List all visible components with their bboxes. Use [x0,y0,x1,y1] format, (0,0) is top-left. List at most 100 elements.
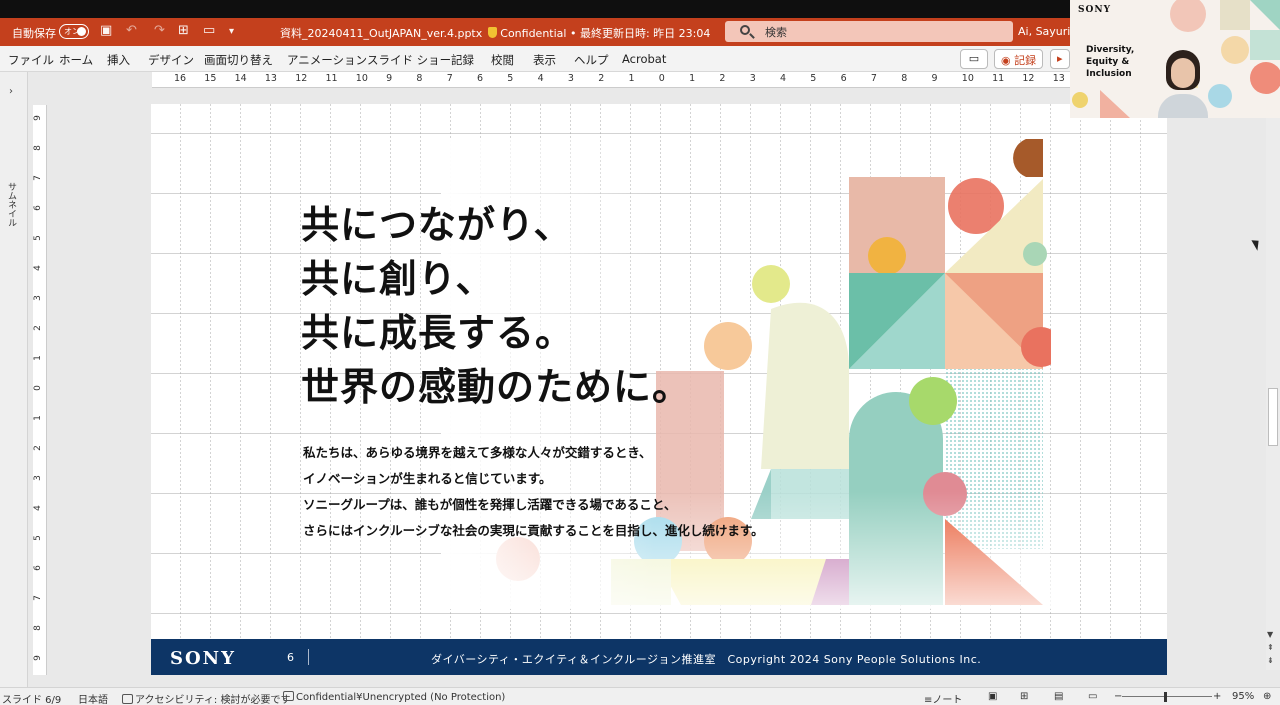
accessibility-status[interactable]: アクセシビリティ: 検討が必要です [122,691,290,705]
ruler-tick-label: 9 [32,115,43,121]
ruler-tick-label: 7 [446,73,453,84]
record-icon: ◉ [1001,54,1011,67]
ruler-tick-label: 6 [32,205,43,211]
present-button[interactable]: ▸ [1050,49,1070,69]
video-dei-title: Diversity, Equity & Inclusion [1086,44,1134,80]
headline-line: 共に創り、 [301,257,495,301]
video-sony-logo: SONY [1078,5,1111,15]
tab-file[interactable]: ファイル [8,52,54,68]
tab-insert[interactable]: 挿入 [107,52,130,68]
sensitivity-status-label: Confidential¥Unencrypted (No Protection) [296,692,506,703]
zoom-slider[interactable] [1122,696,1212,697]
ruler-tick-label: 1 [689,73,696,84]
sony-logo: SONY [170,648,236,669]
ruler-tick-label: 7 [32,175,43,181]
video-title-line: Equity & [1086,57,1130,67]
zoom-in-icon[interactable]: + [1213,691,1221,702]
video-title-line: Inclusion [1086,69,1132,79]
ruler-tick-label: 8 [32,625,43,631]
ruler-tick-label: 2 [32,445,43,451]
new-file-icon[interactable]: ▭ [203,23,215,38]
undo-icon[interactable]: ↶ [126,23,137,38]
ruler-tick-label: 6 [840,73,847,84]
scroll-down-icon[interactable]: ▼ [1267,630,1273,639]
slide-canvas[interactable]: 共につながり、 共に創り、 共に成長する。 世界の感動のために。 私たちは、あら… [151,104,1167,675]
tab-design[interactable]: デザイン [148,52,194,68]
tab-review[interactable]: 校閲 [491,52,514,68]
slide-headline[interactable]: 共につながり、 共に創り、 共に成長する。 世界の感動のために。 [301,198,691,414]
ruler-tick-label: 9 [931,73,938,84]
document-icon [283,691,294,701]
scrollbar-thumb[interactable] [1268,388,1278,446]
search-box[interactable]: 検索 [725,21,1013,42]
tab-record[interactable]: 記録 [451,52,474,68]
next-slide-icon[interactable]: ⇟ [1267,656,1274,665]
zoom-slider-knob[interactable] [1164,692,1167,702]
headline-line: 共に成長する。 [301,311,575,355]
zoom-level[interactable]: 95% [1232,691,1254,702]
customize-qat-icon[interactable]: ▾ [229,26,234,37]
comment-icon: ▭ [968,52,980,65]
document-title[interactable]: 資料_20240411_OutJAPAN_ver.4.pptx Confident… [280,25,710,41]
ruler-tick-label: 0 [32,385,43,391]
ruler-tick-label: 13 [1052,73,1065,84]
tab-acrobat[interactable]: Acrobat [622,52,666,66]
tab-view[interactable]: 表示 [533,52,556,68]
autosave-label: 自動保存 [12,27,56,40]
redo-icon[interactable]: ↷ [154,23,165,38]
tab-home[interactable]: ホーム [59,52,93,68]
filename: 資料_20240411_OutJAPAN_ver.4.pptx [280,27,483,40]
ruler-tick-label: 3 [749,73,756,84]
presenter-figure [1158,50,1208,118]
ruler-tick-label: 12 [1022,73,1035,84]
slideshow-view-icon[interactable]: ▭ [1088,691,1097,702]
ruler-tick-label: 5 [32,235,43,241]
autosave-toggle[interactable]: オン [59,24,89,39]
footer-text: ダイバーシティ・エクイティ＆インクルージョン推進室 Copyright 2024… [431,653,982,666]
fit-to-window-icon[interactable]: ⊕ [1263,691,1271,702]
footer-divider [308,649,309,665]
present-icon: ▸ [1057,52,1063,65]
ruler-tick-label: 0 [658,73,665,84]
ruler-tick-label: 6 [477,73,484,84]
expand-pane-icon[interactable]: › [9,86,13,97]
ruler-tick-label: 11 [992,73,1005,84]
tab-slideshow[interactable]: スライド ショー [367,52,451,68]
save-icon[interactable]: ▣ [100,23,112,38]
ruler-tick-label: 12 [295,73,308,84]
record-button[interactable]: ◉ 記録 [994,49,1044,69]
normal-view-icon[interactable]: ▣ [988,691,997,702]
body-line: イノベーションが生まれると信じています。 [303,471,552,486]
sensitivity-status[interactable]: Confidential¥Unencrypted (No Protection) [283,691,505,703]
ruler-tick-label: 2 [32,325,43,331]
ruler-tick-label: 2 [719,73,726,84]
previous-slide-icon[interactable]: ⇞ [1267,643,1274,652]
tab-animations[interactable]: アニメーション [287,52,367,68]
present-icon[interactable]: ⊞ [178,23,189,38]
reading-view-icon[interactable]: ▤ [1054,691,1063,702]
ruler-tick-label: 5 [32,535,43,541]
slide-indicator[interactable]: スライド 6/9 [2,691,61,705]
ruler-tick-label: 5 [810,73,817,84]
notes-button[interactable]: ≡ノート [924,691,962,705]
slide-body-text[interactable]: 私たちは、あらゆる境界を越えて多様な人々が交錯するとき、 イノベーションが生まれ… [303,440,764,544]
shield-icon [488,27,498,38]
toggle-knob [77,27,86,36]
ruler-tick-label: 11 [325,73,338,84]
comments-button[interactable]: ▭ [960,49,988,69]
language-indicator[interactable]: 日本語 [78,691,108,705]
ruler-tick-label: 16 [174,73,187,84]
notes-label: ノート [932,695,963,705]
ruler-tick-label: 4 [32,505,43,511]
headline-line: 共につながり、 [301,203,573,247]
tab-transitions[interactable]: 画面切り替え [204,52,273,68]
vertical-ruler: 9 8 7 6 5 4 3 2 1 0 1 2 3 4 5 6 7 8 9 [33,105,47,675]
tab-help[interactable]: ヘルプ [574,52,609,68]
ruler-tick-label: 8 [32,145,43,151]
thumbnail-pane[interactable]: › サムネイル [0,72,28,687]
accessibility-icon [122,694,133,704]
ruler-tick-label: 8 [416,73,423,84]
presenter-video-overlay: SONY Diversity, Equity & Inclusion [1070,0,1280,118]
slide-sorter-icon[interactable]: ⊞ [1020,691,1028,702]
ruler-tick-label: 10 [961,73,974,84]
